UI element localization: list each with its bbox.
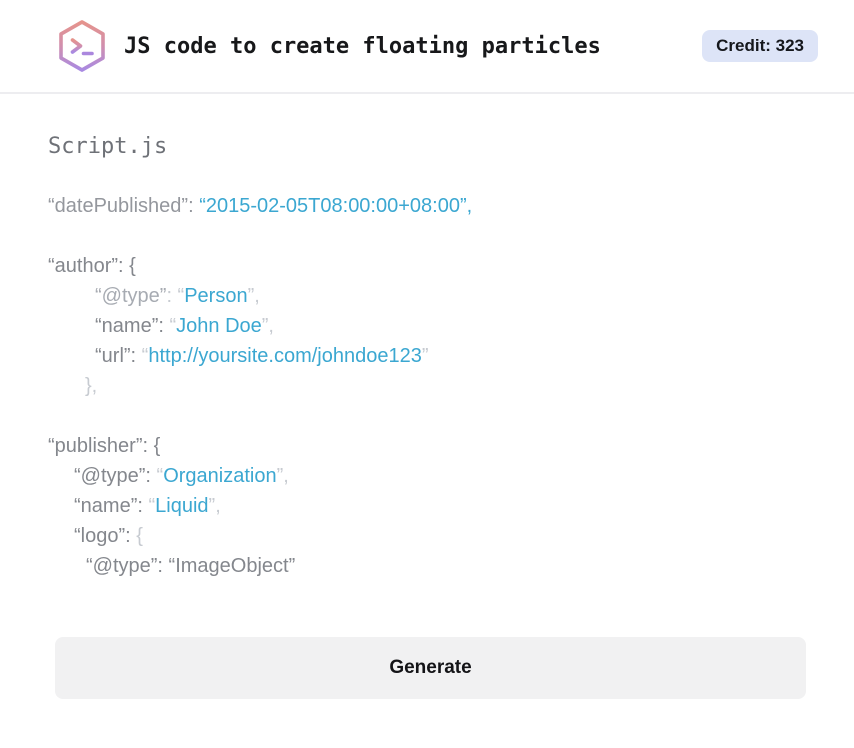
code-line: “logo”: {: [48, 521, 806, 551]
generate-button[interactable]: Generate: [55, 637, 806, 699]
code-line: “name”: “Liquid”,: [48, 491, 806, 521]
code-token: ”: [421, 345, 429, 367]
code-token: “@type”: “ImageObject”: [86, 555, 296, 577]
code-token: “logo”:: [74, 525, 137, 547]
header: JS code to create floating particles Cre…: [0, 0, 854, 94]
code-line: },: [48, 371, 806, 401]
code-token: “datePublished”:: [48, 195, 200, 217]
code-token: ”,: [261, 315, 274, 337]
code-token: “@type”:: [74, 465, 157, 487]
code-token: “url”:: [95, 345, 142, 367]
code-token: ”,: [276, 465, 289, 487]
code-line: “url”: “http://yoursite.com/johndoe123”: [48, 341, 806, 371]
file-title: Script.js: [48, 134, 168, 159]
code-line: “publisher”: {: [48, 431, 806, 461]
code-token: “@type”: [95, 285, 167, 307]
code-line: “author”: {: [48, 251, 806, 281]
main-content: Script.js “datePublished”: “2015-02-05T0…: [0, 134, 854, 699]
code-token: Liquid: [155, 495, 209, 517]
page-title: JS code to create floating particles: [124, 33, 601, 59]
code-token: “author”: {: [48, 255, 136, 277]
code-token: “2015-02-05T08:00:00+08:00”,: [199, 195, 473, 217]
code-block: “datePublished”: “2015-02-05T08:00:00+08…: [48, 191, 806, 581]
code-token: “publisher”: {: [48, 435, 161, 457]
code-token: Organization: [163, 465, 277, 487]
credit-badge: Credit: 323: [702, 30, 818, 62]
code-token: “name”:: [95, 315, 170, 337]
terminal-prompt-icon: [59, 20, 105, 72]
code-token: : “: [166, 285, 185, 307]
code-token: ”,: [208, 495, 221, 517]
code-line: “@type”: “Organization”,: [48, 461, 806, 491]
code-line: “datePublished”: “2015-02-05T08:00:00+08…: [48, 191, 806, 221]
code-token: http://yoursite.com/johndoe123: [148, 345, 422, 367]
code-token: {: [136, 525, 143, 547]
code-token: “name”:: [74, 495, 149, 517]
code-line: “name”: “John Doe”,: [48, 311, 806, 341]
app-logo: [56, 19, 108, 73]
code-line: “@type”: “Person”,: [48, 281, 806, 311]
code-token: Person: [184, 285, 248, 307]
code-token: },: [85, 375, 98, 397]
code-line: “@type”: “ImageObject”: [48, 551, 806, 581]
code-token: John Doe: [176, 315, 262, 337]
code-token: ”,: [247, 285, 260, 307]
